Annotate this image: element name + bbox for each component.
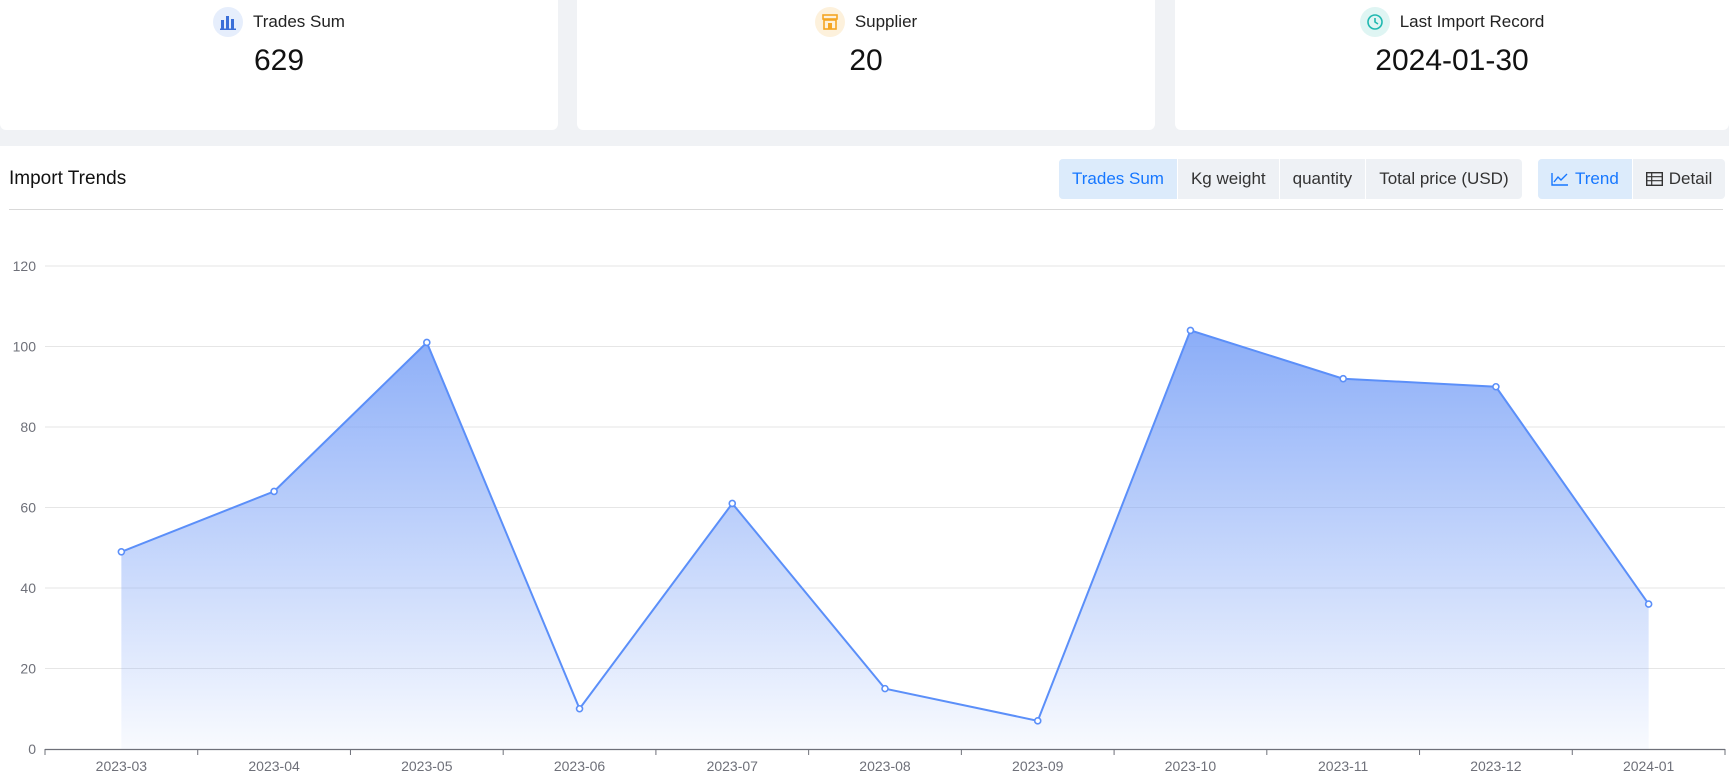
last-import-label: Last Import Record	[1399, 12, 1545, 31]
data-point[interactable]	[270, 487, 278, 496]
x-tick-label: 2023-06	[554, 758, 606, 774]
x-tick-label: 2023-11	[1318, 758, 1369, 774]
x-tick-label: 2023-12	[1470, 758, 1522, 774]
last-import-card: Last Import Record 2024-01-30	[1175, 0, 1729, 130]
data-point[interactable]	[1186, 326, 1195, 335]
y-tick-label: 40	[20, 580, 36, 596]
x-tick-label: 2024-01	[1623, 758, 1675, 774]
supplier-label: Supplier	[854, 12, 918, 31]
store-icon	[814, 7, 845, 37]
import-trends-chart: 0 20 40 60 80 100 120 2023-03 2023-04 2023-05 2023…	[13, 258, 1726, 774]
supplier-card: Supplier 20	[577, 0, 1155, 130]
data-point[interactable]	[881, 684, 889, 693]
y-tick-label: 0	[28, 741, 36, 757]
data-point[interactable]	[1492, 382, 1500, 391]
x-tick-label: 2023-08	[859, 758, 911, 774]
trades-sum-label: Trades Sum	[253, 12, 345, 31]
last-import-value: 2024-01-30	[1375, 44, 1529, 77]
data-point[interactable]	[1644, 600, 1653, 608]
bar-chart-icon	[213, 7, 244, 37]
y-tick-label: 20	[20, 661, 36, 677]
y-tick-label: 80	[20, 419, 36, 435]
data-point[interactable]	[575, 704, 584, 713]
trades-sum-value: 629	[253, 44, 305, 77]
y-tick-label: 60	[20, 500, 36, 516]
clock-icon	[1359, 7, 1390, 37]
data-point[interactable]	[1339, 374, 1347, 383]
data-point[interactable]	[423, 338, 431, 347]
x-tick-label: 2023-10	[1165, 758, 1217, 774]
x-tick-label: 2023-07	[707, 758, 759, 774]
x-tick-label: 2023-05	[401, 758, 453, 774]
trades-sum-card: Trades Sum 629	[0, 0, 558, 130]
data-point[interactable]	[1033, 717, 1042, 725]
data-point[interactable]	[117, 547, 126, 556]
supplier-value: 20	[849, 44, 883, 77]
y-tick-label: 100	[13, 339, 37, 355]
data-point[interactable]	[728, 499, 737, 508]
x-tick-label: 2023-09	[1012, 758, 1064, 774]
y-tick-label: 120	[13, 258, 37, 274]
x-tick-label: 2023-03	[96, 758, 148, 774]
x-tick-label: 2023-04	[248, 758, 300, 774]
